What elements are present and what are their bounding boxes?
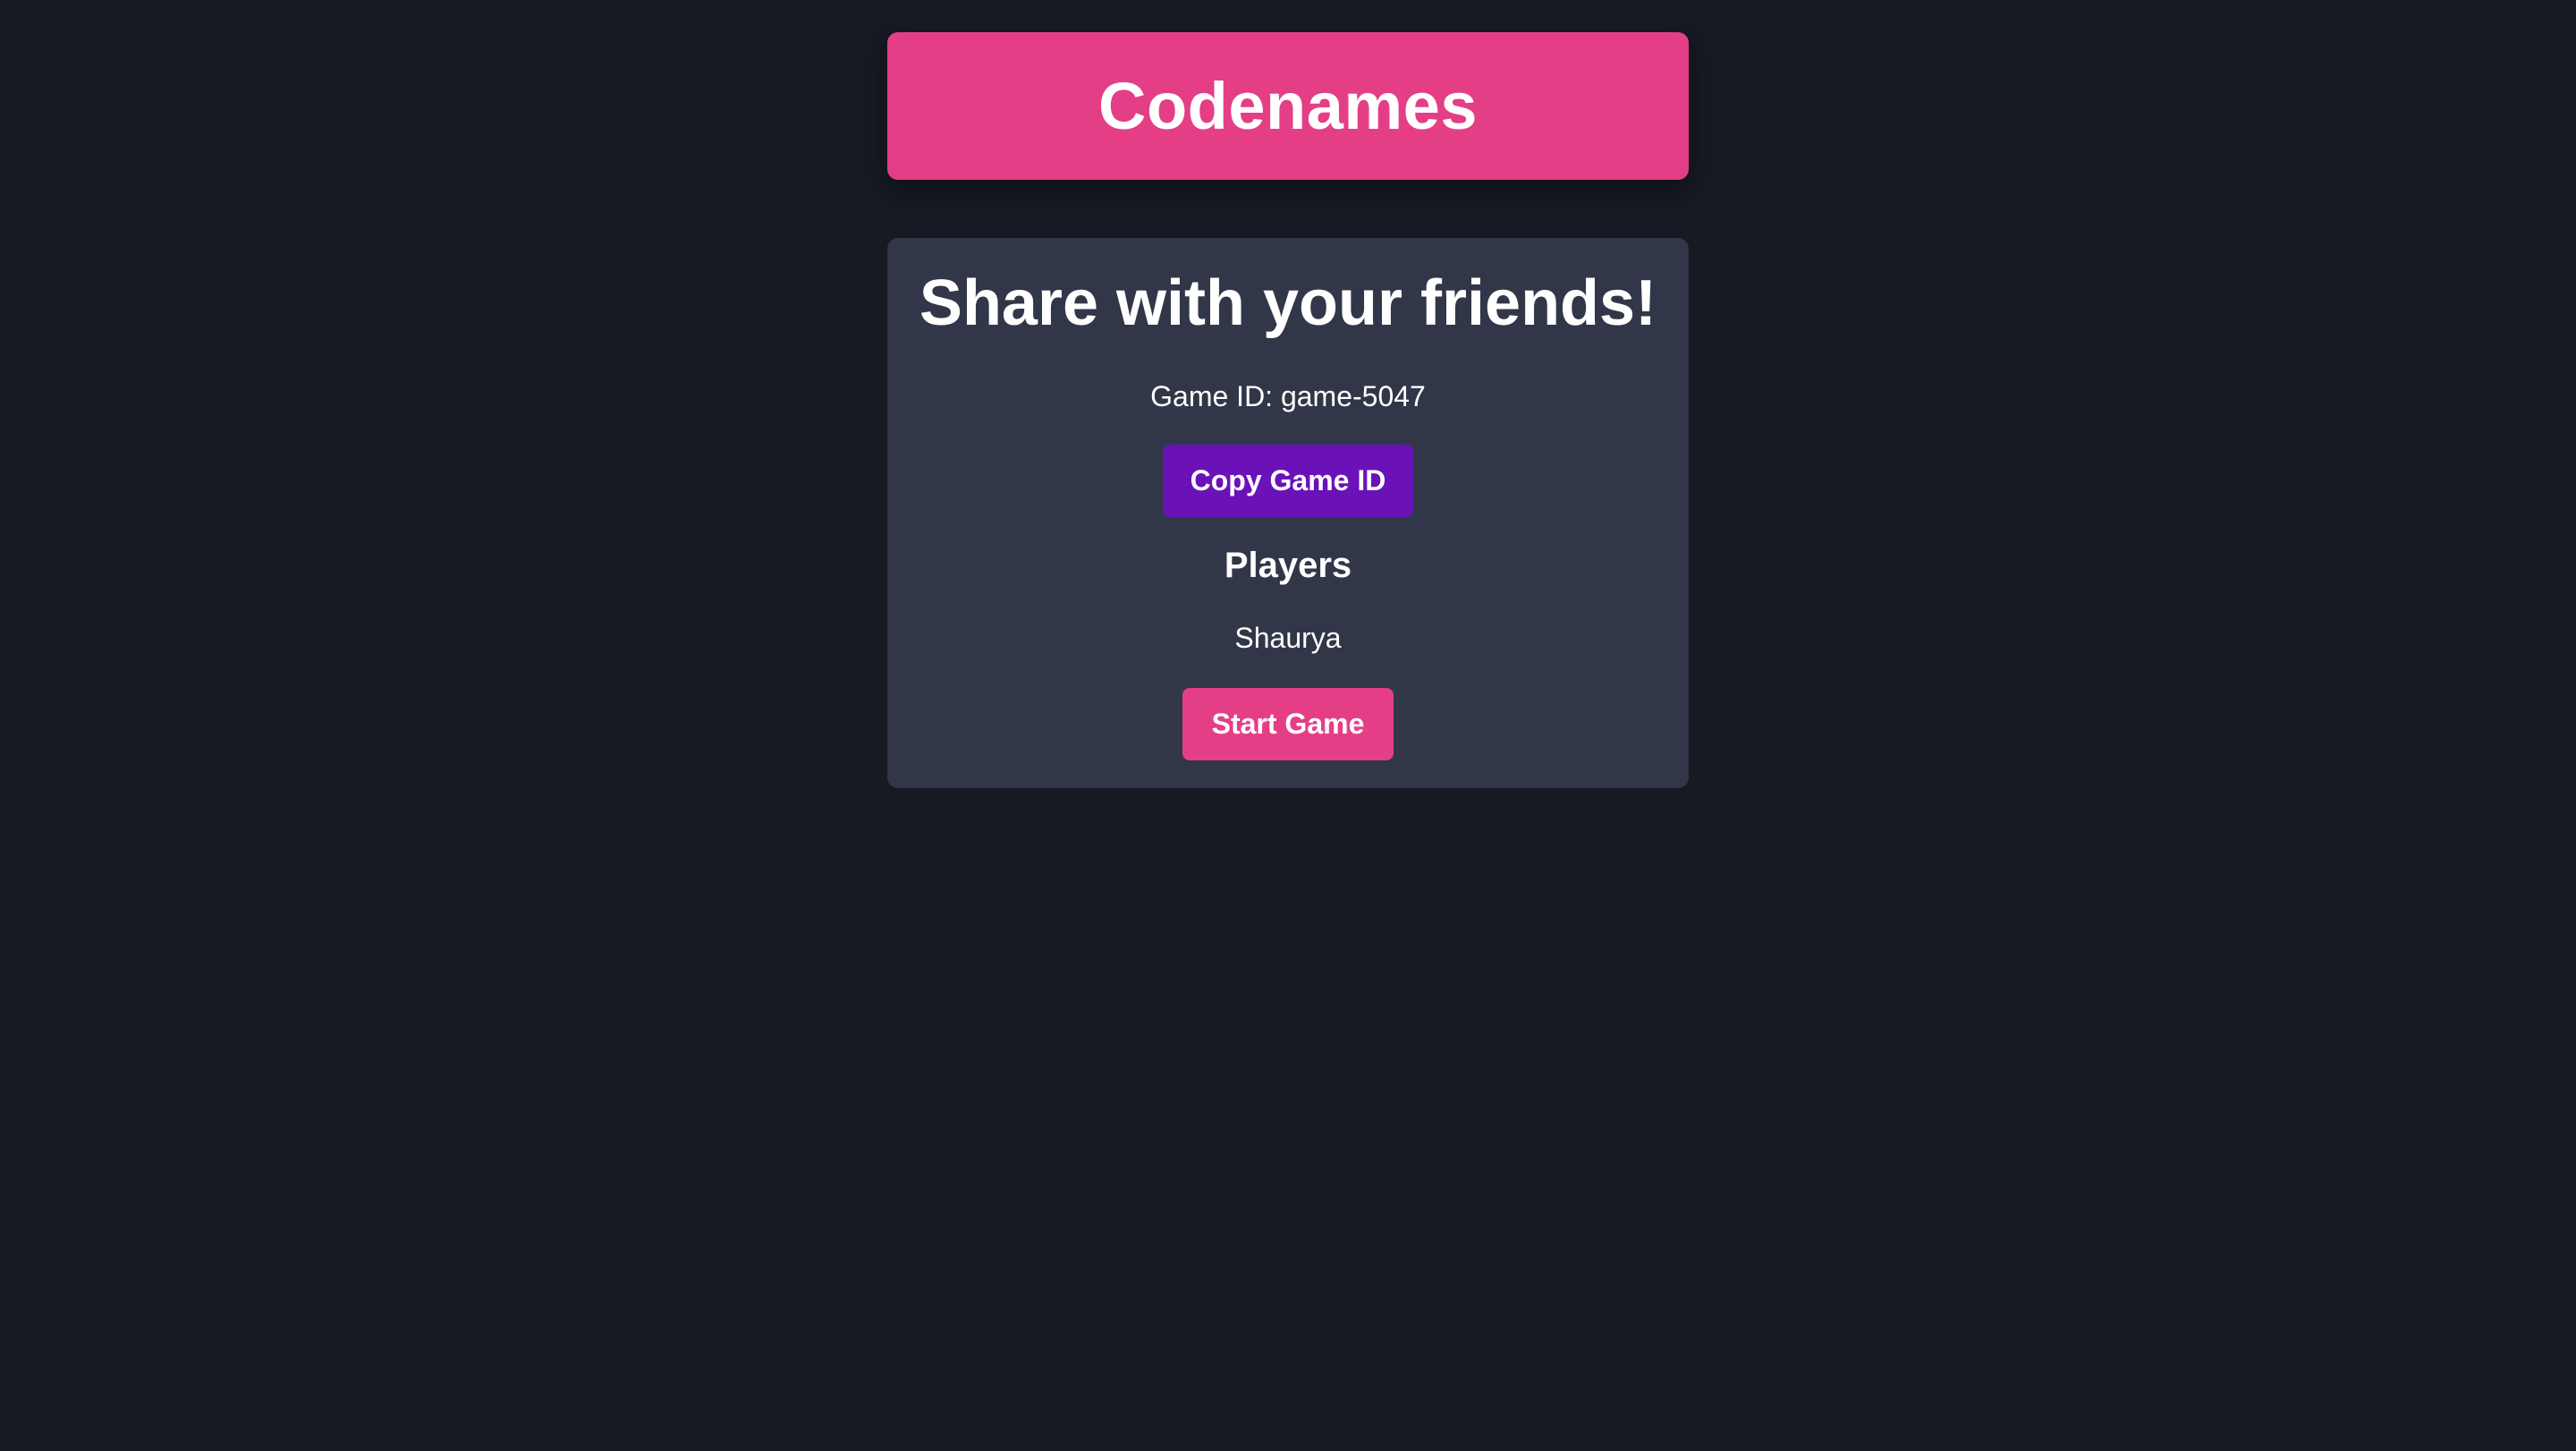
players-heading: Players bbox=[1224, 546, 1352, 585]
app-title: Codenames bbox=[1098, 69, 1478, 143]
app-header: Codenames bbox=[887, 32, 1689, 180]
player-item: Shaurya bbox=[1234, 622, 1342, 654]
page: Codenames Share with your friends! Game … bbox=[0, 0, 2576, 1451]
start-game-button[interactable]: Start Game bbox=[1182, 688, 1394, 760]
copy-game-id-button[interactable]: Copy Game ID bbox=[1163, 445, 1413, 517]
share-card-title: Share with your friends! bbox=[919, 267, 1657, 339]
game-id-text: Game ID: game-5047 bbox=[1150, 380, 1426, 412]
share-card: Share with your friends! Game ID: game-5… bbox=[887, 238, 1689, 788]
players-list: Shaurya bbox=[887, 621, 1689, 655]
